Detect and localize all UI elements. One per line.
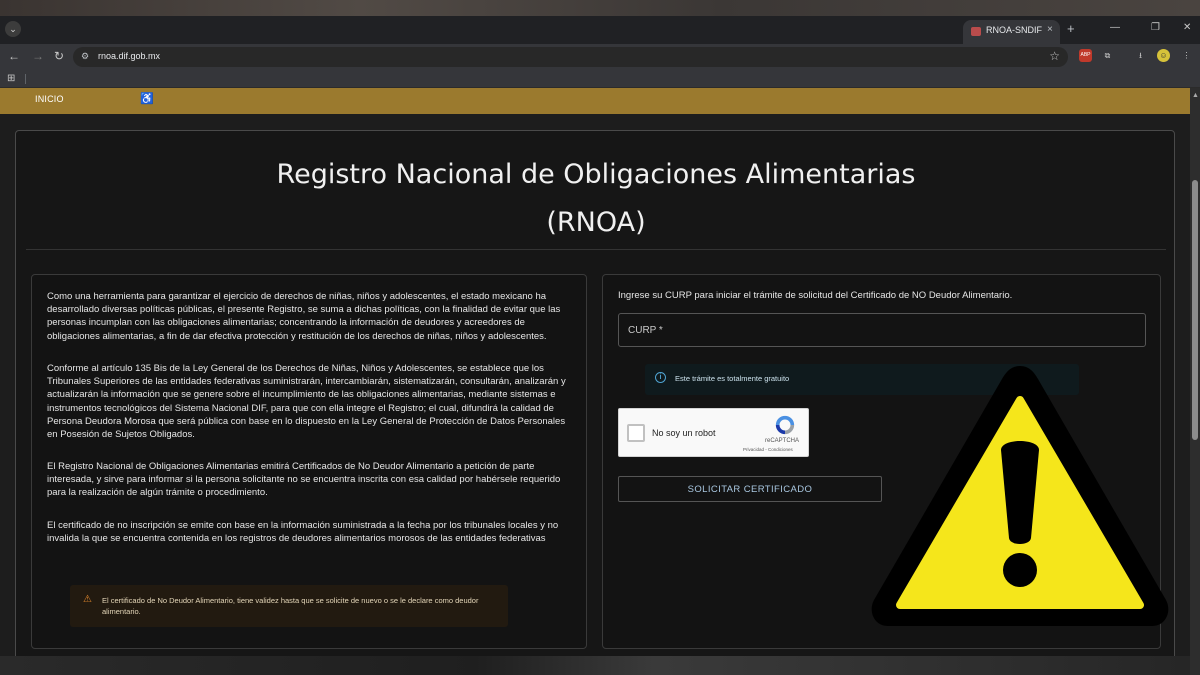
browser-tab[interactable]: RNOA-SNDIF ×	[963, 20, 1060, 44]
close-tab-icon[interactable]: ×	[1047, 24, 1053, 35]
abp-icon[interactable]: ABP	[1079, 49, 1092, 62]
recaptcha-checkbox[interactable]	[627, 424, 645, 442]
legal-paragraph: Conforme al artículo 135 Bis de la Ley G…	[47, 363, 566, 441]
nav-inicio-link[interactable]: INICIO	[35, 94, 64, 104]
tab-title: RNOA-SNDIF	[986, 25, 1042, 35]
recaptcha-brand: reCAPTCHA	[765, 438, 800, 444]
download-icon[interactable]: ⭳	[1134, 49, 1147, 62]
page-title-line1: Registro Nacional de Obligaciones Alimen…	[276, 159, 916, 190]
site-favicon-icon	[971, 27, 981, 36]
title-divider	[26, 249, 1166, 250]
page-title: Registro Nacional de Obligaciones Alimen…	[16, 151, 1176, 247]
recaptcha-label: No soy un robot	[652, 428, 716, 438]
new-tab-button[interactable]: +	[1067, 21, 1075, 36]
menu-icon[interactable]: ⋮	[1180, 49, 1193, 62]
apps-grid-icon[interactable]: ⊞	[7, 73, 15, 84]
bookmark-star-icon[interactable]: ☆	[1049, 49, 1060, 63]
site-info-icon[interactable]: ⚙	[81, 51, 89, 62]
recaptcha-widget: No soy un robot reCAPTCHA Privacidad - C…	[618, 408, 809, 457]
validity-warning-text: El certificado de No Deudor Alimentario,…	[102, 596, 479, 616]
scroll-up-icon[interactable]: ▲	[1192, 92, 1199, 99]
certificate-paragraph: El Registro Nacional de Obligaciones Ali…	[47, 461, 561, 499]
accessibility-icon[interactable]: ♿	[140, 92, 154, 105]
puzzle-icon[interactable]: ⧉	[1101, 49, 1114, 62]
info-icon: i	[655, 372, 666, 383]
recaptcha-logo-icon	[775, 415, 795, 435]
close-window-button[interactable]: ✕	[1183, 22, 1191, 33]
intro-paragraph: Como una herramienta para garantizar el …	[47, 291, 561, 342]
recaptcha-privacy-links[interactable]: Privacidad - Condiciones	[743, 447, 793, 452]
page-scrollbar[interactable]: ▲	[1190, 88, 1200, 675]
reload-icon[interactable]: ↻	[54, 49, 64, 63]
info-panel: Como una herramienta para garantizar el …	[31, 274, 587, 649]
free-procedure-text: Este trámite es totalmente gratuito	[675, 374, 790, 383]
browser-tab-bar: ⌄ RNOA-SNDIF × + — ❐ ✕	[0, 16, 1200, 44]
blurred-top-strip	[0, 0, 1200, 16]
back-icon[interactable]: ←	[8, 49, 20, 63]
scrollbar-thumb[interactable]	[1192, 180, 1198, 440]
page-title-line2: (RNOA)	[546, 207, 646, 238]
profile-avatar[interactable]: ☺	[1157, 49, 1170, 62]
curp-instructions: Ingrese su CURP para iniciar el trámite …	[618, 290, 1013, 301]
forward-icon[interactable]: →	[32, 49, 44, 63]
tab-search-button[interactable]: ⌄	[5, 21, 21, 37]
url-text[interactable]: rnoa.dif.gob.mx	[98, 51, 160, 61]
minimize-button[interactable]: —	[1110, 22, 1120, 33]
request-certificate-button[interactable]: SOLICITAR CERTIFICADO	[618, 476, 882, 502]
warning-icon: ⚠	[83, 594, 92, 605]
address-bar[interactable]: ⚙ rnoa.dif.gob.mx ☆	[73, 47, 1068, 67]
validity-warning-alert: ⚠ El certificado de No Deudor Alimentari…	[70, 585, 508, 627]
maximize-button[interactable]: ❐	[1151, 22, 1160, 33]
blurred-bottom-strip	[0, 656, 1190, 675]
curp-input[interactable]	[618, 313, 1146, 347]
browser-toolbar: ← → ↻ ⚙ rnoa.dif.gob.mx ☆ ABP ⧉ ⭳ ☺ ⋮	[0, 44, 1200, 70]
bookmarks-separator	[25, 74, 26, 84]
site-navbar: INICIO ♿	[0, 88, 1190, 114]
bookmarks-bar: ⊞	[0, 70, 1200, 88]
warning-triangle-icon	[871, 366, 1169, 626]
disclaimer-paragraph: El certificado de no inscripción se emit…	[47, 520, 559, 545]
